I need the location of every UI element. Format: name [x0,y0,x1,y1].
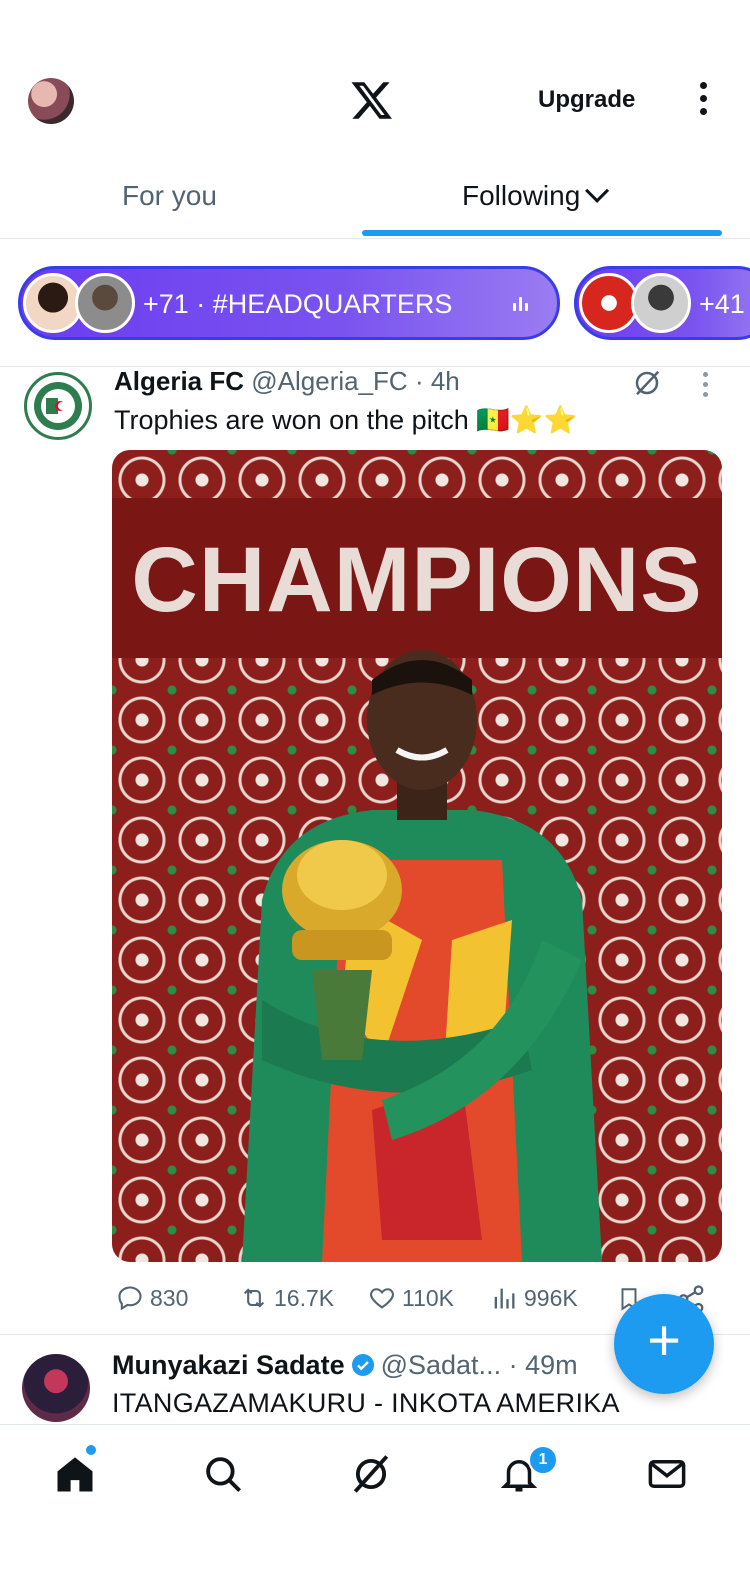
live-audio-icon [513,297,535,311]
tweet-author-avatar[interactable] [24,372,92,440]
space-pill-2[interactable]: +41 [574,266,750,340]
active-tab-indicator [362,230,722,236]
like-count: 110K [402,1284,455,1311]
media-title: CHAMPIONS [131,529,703,631]
views-icon [494,1288,515,1309]
tweet-time: · 49m [508,1350,578,1380]
tweet-media-image[interactable]: CHAMPIONS [112,450,722,1262]
retweet-count: 16.7K [274,1284,335,1311]
tweet-author-avatar[interactable] [22,1354,90,1422]
tweet-header: Munyakazi Sadate @Sadat... · 49m [112,1350,578,1381]
space-pill-label: +41 [699,289,745,319]
author-handle[interactable]: @Algeria_FC [251,366,407,396]
view-count: 996K [524,1284,578,1311]
plus-icon: + [647,1308,681,1373]
like-button[interactable]: 110K [368,1284,454,1312]
grok-icon[interactable] [632,368,662,398]
space-host-avatar [23,273,83,333]
author-name[interactable]: Algeria FC [114,366,244,396]
tab-following-label: Following [462,180,581,211]
space-host-avatar [631,273,691,333]
player-with-trophy-image [242,650,602,1262]
mail-icon[interactable] [646,1453,688,1495]
reply-icon [118,1286,142,1311]
notification-badge: 1 [528,1445,558,1475]
retweet-button[interactable]: 16.7K [240,1284,334,1312]
search-icon[interactable] [202,1453,244,1495]
space-host-avatar [75,273,135,333]
bottom-nav: 1 [0,1424,750,1584]
retweet-icon [243,1288,265,1308]
grok-icon[interactable] [350,1453,392,1495]
upgrade-button[interactable]: Upgrade [538,86,635,114]
profile-avatar[interactable] [28,78,74,124]
space-pill-label: +71 · #HEADQUARTERS [143,289,453,319]
home-unread-dot [86,1445,96,1455]
author-handle[interactable]: @Sadat... [381,1350,501,1380]
reply-count: 830 [150,1284,189,1311]
compose-post-button[interactable]: + [614,1294,714,1394]
author-name[interactable]: Munyakazi Sadate [112,1350,345,1380]
tab-for-you-label: For you [122,180,217,211]
views-button[interactable]: 996K [490,1284,578,1312]
x-logo-icon [351,82,392,119]
tab-for-you[interactable]: For you [122,180,217,212]
chevron-down-icon [585,178,610,203]
heart-icon [370,1288,394,1309]
space-pill-headquarters[interactable]: +71 · #HEADQUARTERS [18,266,560,340]
reply-button[interactable]: 830 [116,1284,188,1312]
verified-badge-icon [351,1354,374,1376]
tweet-time: · 4h [414,366,460,396]
tweet-text: ITANGAZAMAKURU - INKOTA AMERIKA [112,1388,620,1418]
home-icon[interactable] [54,1453,96,1495]
more-options-icon[interactable] [696,82,710,122]
space-host-avatar [579,273,639,333]
tweet-header: Algeria FC @Algeria_FC · 4h [114,366,460,397]
tweet-text: Trophies are won on the pitch 🇸🇳⭐⭐ [114,405,578,435]
tab-following[interactable]: Following [462,178,610,212]
tweet-more-icon[interactable] [700,372,710,402]
club-crest-icon [34,382,82,430]
divider [0,238,750,239]
